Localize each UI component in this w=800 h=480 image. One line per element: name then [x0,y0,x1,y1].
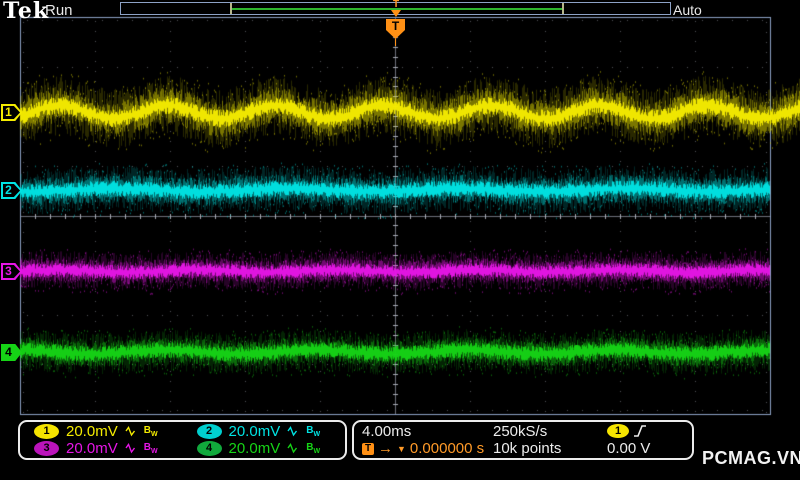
trigger-position-readout[interactable]: T → ▼ 0.000000 s [362,440,493,457]
ac-coupling-icon [287,443,298,454]
acquisition-status: Run [45,2,73,19]
channel-scale-value: 20.0mV [66,440,118,458]
ac-coupling-icon [125,443,135,454]
marker-number: 4 [5,345,12,359]
trigger-position-stem [395,39,396,46]
waveform-canvas [0,0,800,480]
channel-scale-value: 20.0mV [66,422,118,440]
channel-1-readout[interactable]: 1 20.0mV BW [20,423,183,440]
triangle-down-icon: ▼ [397,443,406,454]
horizontal-trigger-readout-box: 4.00ms 250kS/s 1 T → ▼ 0.000000 s 10k po… [352,420,694,460]
ac-coupling-icon [287,425,298,437]
channel-3-readout[interactable]: 3 20.0mV BW [20,440,183,457]
ac-coupling-icon [125,425,135,437]
record-trigger-icon: T [392,0,400,10]
horizontal-scale-readout[interactable]: 4.00ms [362,423,493,440]
channel-scale-value: 20.0mV [228,422,281,440]
rising-edge-icon [634,425,646,437]
trigger-level-value: 0.00 V [607,440,651,458]
bandwidth-limit-icon: BW [143,424,158,438]
trigger-t-icon: T [362,442,374,455]
bandwidth-limit-icon: BW [306,442,321,456]
sample-rate-value: 250kS/s [493,422,548,440]
channel-scale-value: 20.0mV [228,440,281,458]
channel-badge: 3 [34,441,59,457]
marker-number: 1 [5,105,12,119]
channel-badge: 2 [196,423,222,439]
record-window-right-bracket [562,3,564,14]
trigger-position-value: 0.000000 s [409,440,485,458]
oscilloscope-screen: Tek Run Auto T T 1 2 3 4 1 20.0mV BW 2 20.0mV BW… [0,0,800,480]
channel-4-readout[interactable]: 4 20.0mV BW [183,440,346,457]
trigger-level-readout[interactable]: 0.00 V [607,440,692,457]
trigger-source-badge: 1 [607,424,629,439]
sample-rate-readout: 250kS/s [493,423,607,440]
marker-number: 2 [5,183,12,197]
channel-badge: 1 [34,423,59,439]
watermark: PCMAG.VN [702,448,800,468]
marker-number: 3 [5,264,12,278]
trigger-mode-readout: Auto [673,2,702,18]
trigger-source-readout[interactable]: 1 [607,423,692,440]
bandwidth-limit-icon: BW [306,424,321,438]
horizontal-scale-value: 4.00ms [362,422,412,440]
channel-badge: 4 [196,441,222,457]
channel-readout-box: 1 20.0mV BW 2 20.0mV BW 3 20.0mV BW 4 20.0mV BW [18,420,347,460]
arrow-right-icon: → [378,440,393,458]
record-length-value: 10k points [493,440,562,458]
bandwidth-limit-icon: BW [143,442,158,456]
tek-logo: Tek [3,0,50,24]
record-trigger-arrow-icon [391,10,401,17]
record-length-readout: 10k points [493,440,607,457]
channel-2-readout[interactable]: 2 20.0mV BW [183,423,346,440]
